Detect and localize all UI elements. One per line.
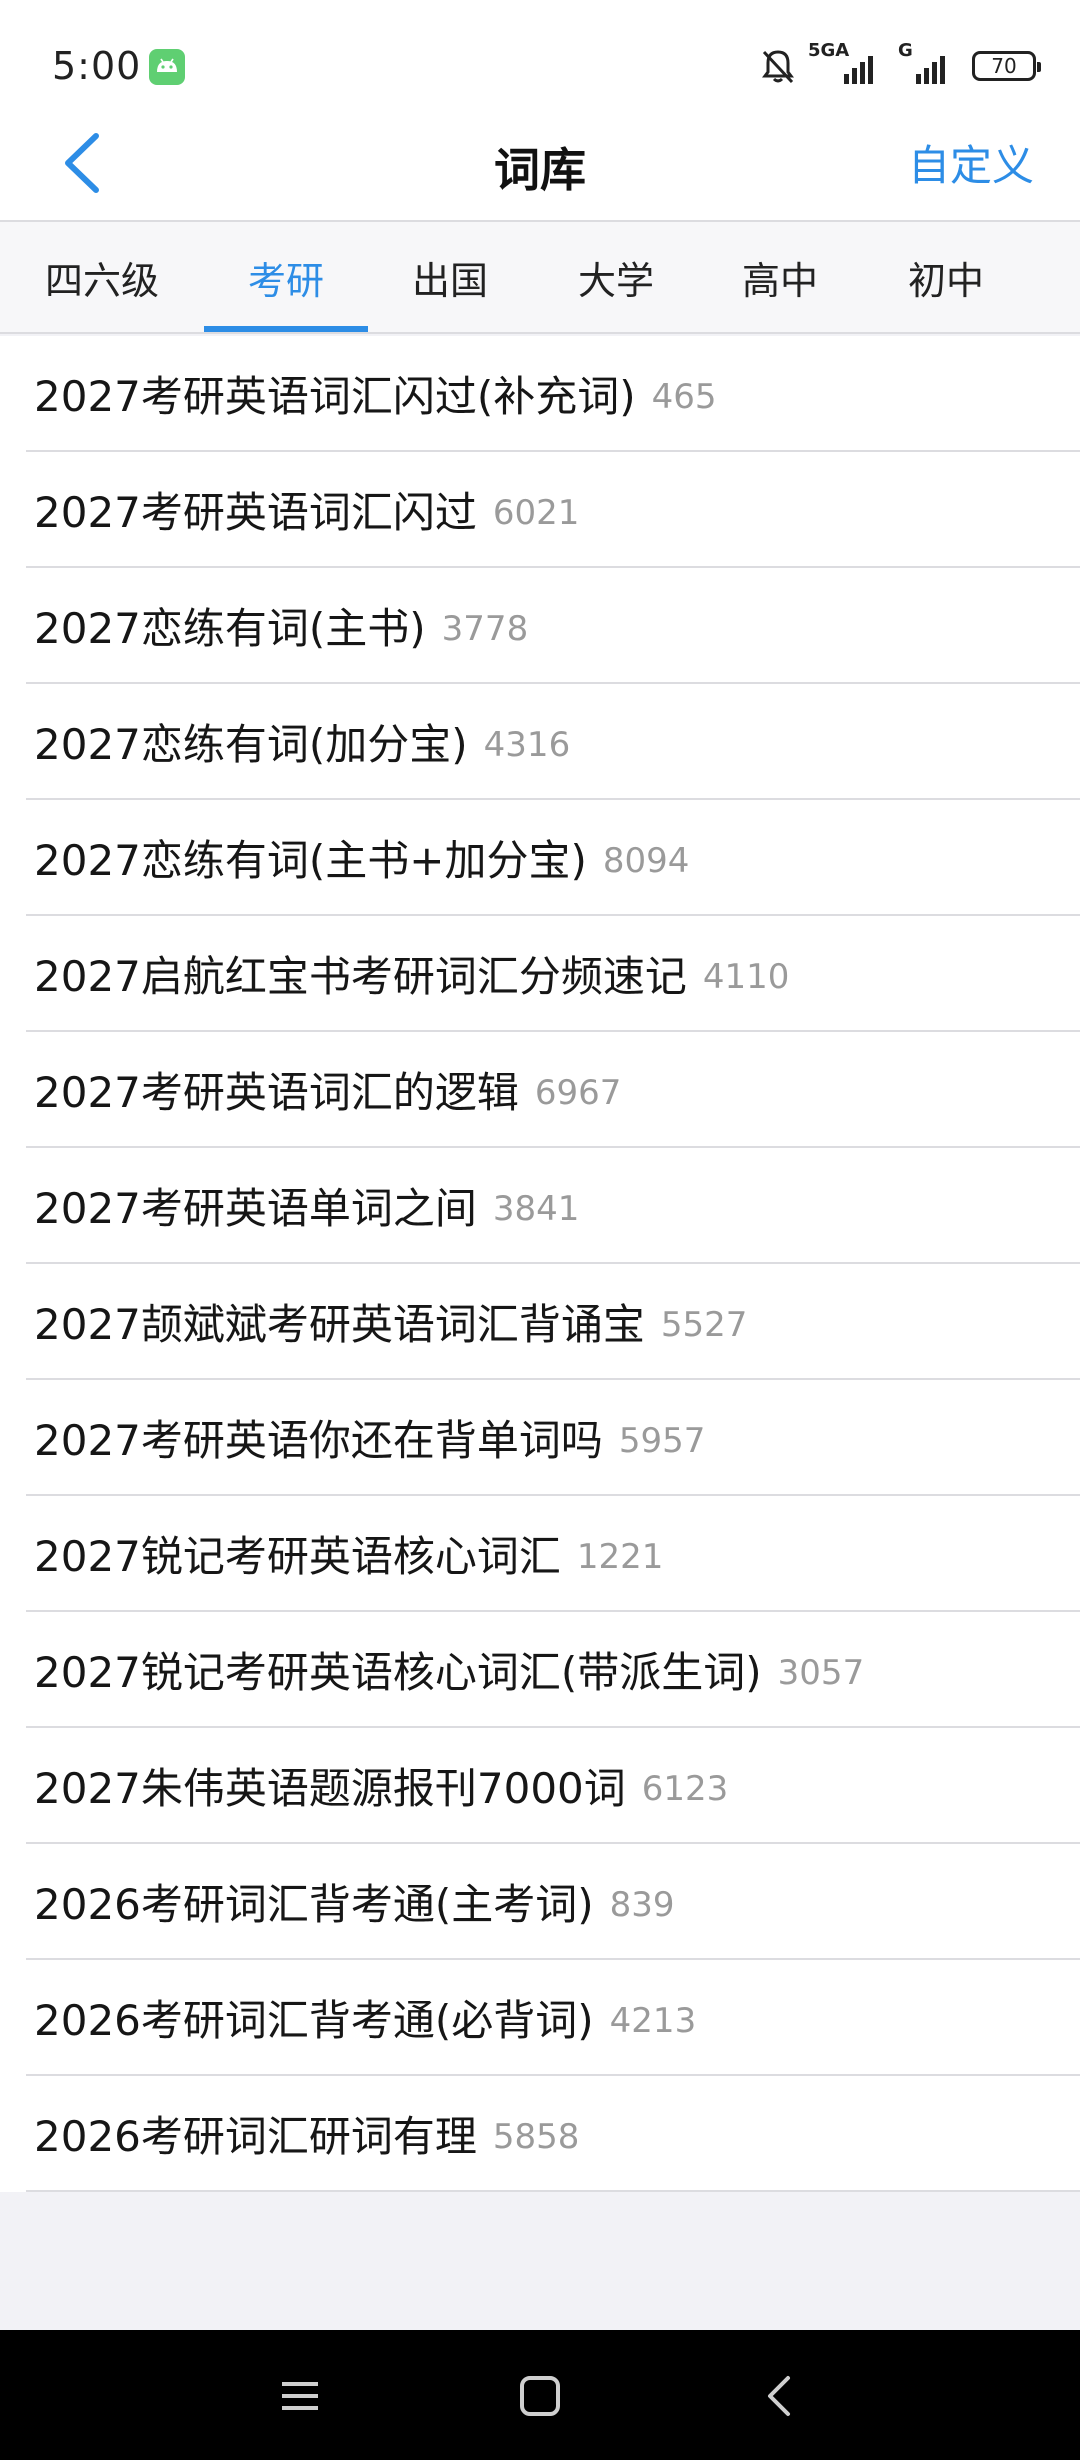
wordbook-name: 2027考研英语词汇的逻辑 (34, 1067, 519, 1117)
tab-university[interactable]: 大学 (534, 222, 698, 332)
signal-g-icon: G (898, 40, 962, 88)
wordbook-name: 2027恋练有词(主书) (34, 603, 426, 653)
status-time: 5:00 (52, 44, 142, 88)
home-square-icon[interactable] (512, 2368, 568, 2424)
category-tabs: 四六级 考研 出国 大学 高中 初中 (0, 220, 1080, 334)
wordbook-count: 4213 (609, 2001, 697, 2041)
wordbook-name: 2026考研词汇背考通(主考词) (34, 1879, 594, 1929)
wordbook-count: 5527 (660, 1305, 748, 1345)
wordbook-name: 2027考研英语词汇闪过(补充词) (34, 371, 636, 421)
wordbook-name: 2027启航红宝书考研词汇分频速记 (34, 951, 687, 1001)
tab-juniorhigh[interactable]: 初中 (864, 222, 1028, 332)
wordbook-row[interactable]: 2026考研词汇背考通(必背词) 4213 (26, 1960, 1080, 2076)
wordbook-row[interactable]: 2027考研英语词汇闪过 6021 (26, 452, 1080, 568)
tab-abroad[interactable]: 出国 (368, 222, 532, 332)
system-nav-bar (0, 2330, 1080, 2460)
wordbook-name: 2027朱伟英语题源报刊7000词 (34, 1763, 626, 1813)
tab-highschool[interactable]: 高中 (698, 222, 862, 332)
android-app-icon (149, 49, 185, 85)
wordbook-count: 465 (651, 377, 717, 417)
battery-level: 70 (991, 54, 1017, 78)
wordbook-row[interactable]: 2027锐记考研英语核心词汇 1221 (26, 1496, 1080, 1612)
signal-5g-icon: 5GA (808, 40, 888, 88)
wordbook-row[interactable]: 2027颉斌斌考研英语词汇背诵宝 5527 (26, 1264, 1080, 1380)
custom-button[interactable]: 自定义 (908, 132, 1034, 193)
wordbook-count: 1221 (576, 1537, 664, 1577)
menu-icon[interactable] (272, 2368, 328, 2424)
wordbook-row[interactable]: 2027考研英语单词之间 3841 (26, 1148, 1080, 1264)
wordbook-row[interactable]: 2027锐记考研英语核心词汇(带派生词) 3057 (26, 1612, 1080, 1728)
wordbook-list: 2027考研英语词汇闪过(补充词) 465 2027考研英语词汇闪过 6021 2027… (0, 336, 1080, 2192)
wordbook-count: 4110 (702, 957, 790, 997)
wordbook-name: 2027考研英语单词之间 (34, 1183, 477, 1233)
wordbook-count: 8094 (602, 841, 690, 881)
wordbook-row[interactable]: 2026考研词汇研词有理 5858 (26, 2076, 1080, 2192)
bell-muted-icon (762, 50, 794, 84)
tab-cet[interactable]: 四六级 (20, 222, 184, 332)
wordbook-row[interactable]: 2027恋练有词(主书) 3778 (26, 568, 1080, 684)
wordbook-row[interactable]: 2027考研英语词汇的逻辑 6967 (26, 1032, 1080, 1148)
wordbook-name: 2027锐记考研英语核心词汇(带派生词) (34, 1647, 762, 1697)
wordbook-count: 839 (609, 1885, 675, 1925)
wordbook-count: 3778 (441, 609, 529, 649)
wordbook-row[interactable]: 2027启航红宝书考研词汇分频速记 4110 (26, 916, 1080, 1032)
wordbook-name: 2027考研英语你还在背单词吗 (34, 1415, 603, 1465)
wordbook-count: 4316 (483, 725, 571, 765)
wordbook-name: 2027颉斌斌考研英语词汇背诵宝 (34, 1299, 645, 1349)
battery-icon: 70 (972, 51, 1041, 81)
app-screen: 5:00 5GA G 70 词库 自定义 四六级 考研 出国 大学 高中 初中 … (0, 0, 1080, 2460)
wordbook-row[interactable]: 2027考研英语词汇闪过(补充词) 465 (26, 336, 1080, 452)
nav-back-icon[interactable] (752, 2368, 808, 2424)
wordbook-count: 3841 (492, 1189, 580, 1229)
wordbook-row[interactable]: 2026考研词汇背考通(主考词) 839 (26, 1844, 1080, 1960)
wordbook-name: 2027恋练有词(主书+加分宝) (34, 835, 587, 885)
header-bar: 词库 自定义 (0, 110, 1080, 220)
wordbook-row[interactable]: 2027朱伟英语题源报刊7000词 6123 (26, 1728, 1080, 1844)
wordbook-count: 6021 (492, 493, 580, 533)
wordbook-row[interactable]: 2027恋练有词(主书+加分宝) 8094 (26, 800, 1080, 916)
wordbook-count: 5858 (492, 2117, 580, 2157)
wordbook-name: 2027锐记考研英语核心词汇 (34, 1531, 561, 1581)
wordbook-name: 2027考研英语词汇闪过 (34, 487, 477, 537)
wordbook-row[interactable]: 2027恋练有词(加分宝) 4316 (26, 684, 1080, 800)
wordbook-name: 2026考研词汇研词有理 (34, 2111, 477, 2161)
wordbook-row[interactable]: 2027考研英语你还在背单词吗 5957 (26, 1380, 1080, 1496)
status-icons: 5GA G 70 (758, 40, 1041, 88)
wordbook-name: 2026考研词汇背考通(必背词) (34, 1995, 594, 2045)
wordbook-count: 6123 (641, 1769, 729, 1809)
wordbook-count: 6967 (534, 1073, 622, 1113)
wordbook-count: 5957 (618, 1421, 706, 1461)
wordbook-name: 2027恋练有词(加分宝) (34, 719, 468, 769)
tab-kaoyan[interactable]: 考研 (204, 222, 368, 332)
wordbook-count: 3057 (777, 1653, 865, 1693)
active-tab-indicator (204, 326, 368, 332)
